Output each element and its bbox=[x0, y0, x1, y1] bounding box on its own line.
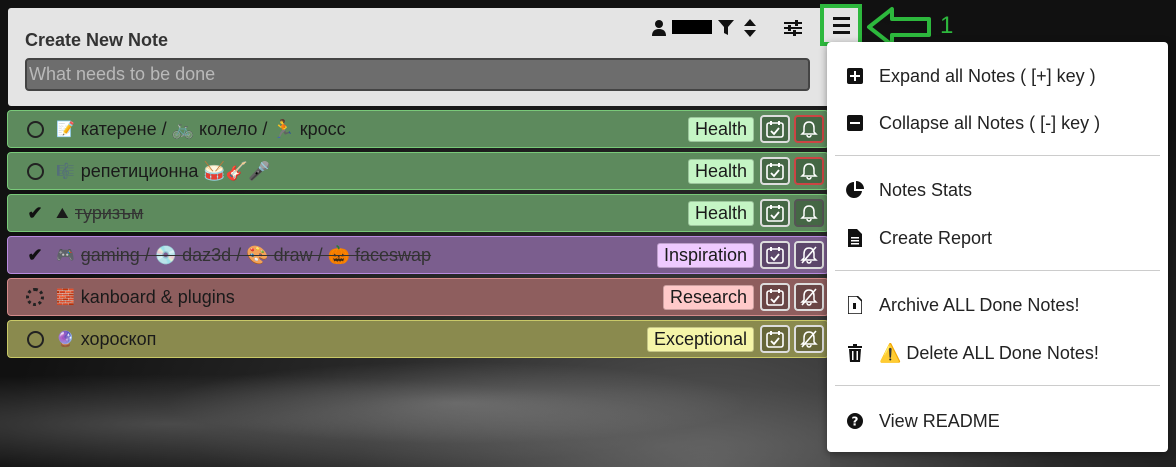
sort-icon[interactable] bbox=[744, 18, 756, 38]
bell-icon[interactable] bbox=[794, 157, 824, 185]
archive-file-icon bbox=[845, 296, 865, 314]
calendar-check-icon[interactable] bbox=[760, 115, 790, 143]
menu-report-label: Create Report bbox=[879, 227, 993, 248]
note-text[interactable]: хороскоп bbox=[81, 329, 647, 350]
circle-icon[interactable] bbox=[26, 162, 44, 180]
spinner-icon[interactable] bbox=[26, 288, 44, 306]
minus-square-icon bbox=[845, 115, 865, 131]
menu-expand-all[interactable]: Expand all Notes ( [+] key ) bbox=[827, 58, 1168, 94]
note-tag[interactable]: Health bbox=[687, 158, 754, 184]
circle-icon[interactable] bbox=[26, 330, 44, 348]
note-row[interactable]: ✔ ⛰ туризъм Health bbox=[7, 194, 829, 232]
note-row[interactable]: 🎼 репетиционна 🥁🎸🎤 Health bbox=[7, 152, 829, 190]
bell-slash-icon[interactable] bbox=[794, 283, 824, 311]
question-circle-icon: ? bbox=[845, 413, 865, 429]
settings-sliders-icon[interactable] bbox=[784, 18, 802, 38]
menu-divider bbox=[835, 155, 1160, 156]
menu-delete-done[interactable]: ⚠️ Delete ALL Done Notes! bbox=[827, 335, 1168, 371]
menu-stats-label: Notes Stats bbox=[879, 179, 973, 200]
note-tag[interactable]: Inspiration bbox=[656, 242, 754, 268]
note-tag[interactable]: Health bbox=[687, 116, 754, 142]
document-icon bbox=[845, 229, 865, 247]
note-text[interactable]: kanboard & plugins bbox=[81, 287, 663, 308]
menu-button[interactable] bbox=[820, 4, 862, 46]
note-row[interactable]: ✔ 🎮 gaming / 💿 daz3d / 🎨 draw / 🎃 faceswap… bbox=[7, 236, 829, 274]
checkmark-icon[interactable]: ✔ bbox=[26, 245, 44, 265]
note-emoji: 🔮 bbox=[56, 331, 75, 348]
bell-icon[interactable] bbox=[794, 199, 824, 227]
calendar-check-icon[interactable] bbox=[760, 199, 790, 227]
checkmark-icon[interactable]: ✔ bbox=[26, 203, 44, 223]
note-row[interactable]: 🔮 хороскоп Exceptional bbox=[7, 320, 829, 358]
menu-divider bbox=[835, 385, 1160, 386]
menu-notes-stats[interactable]: Notes Stats bbox=[827, 172, 1168, 208]
annotation-number: 1 bbox=[940, 12, 954, 39]
menu-collapse-label: Collapse all Notes ( [-] key ) bbox=[879, 112, 1101, 133]
note-emoji: 📝 bbox=[56, 121, 75, 138]
note-emoji: ⛰ bbox=[56, 204, 69, 222]
menu-archive-label: Archive ALL Done Notes! bbox=[879, 294, 1080, 315]
note-text[interactable]: катерене / 🚲 колело / 🏃 кросс bbox=[81, 119, 688, 140]
menu-view-readme[interactable]: ? View README bbox=[827, 403, 1168, 439]
menu-collapse-all[interactable]: Collapse all Notes ( [-] key ) bbox=[827, 105, 1168, 141]
bell-slash-icon[interactable] bbox=[794, 325, 824, 353]
calendar-check-icon[interactable] bbox=[760, 157, 790, 185]
hamburger-icon bbox=[832, 15, 850, 36]
menu-readme-label: View README bbox=[879, 410, 1000, 431]
menu-archive-done[interactable]: Archive ALL Done Notes! bbox=[827, 287, 1168, 323]
note-tag[interactable]: Health bbox=[687, 200, 754, 226]
pie-chart-icon bbox=[845, 181, 865, 199]
note-text[interactable]: gaming / 💿 daz3d / 🎨 draw / 🎃 faceswap bbox=[81, 245, 657, 266]
user-icon[interactable] bbox=[652, 18, 666, 38]
note-tag[interactable]: Exceptional bbox=[646, 326, 754, 352]
menu-create-report[interactable]: Create Report bbox=[827, 220, 1168, 256]
create-note-panel: Create New Note bbox=[8, 8, 830, 106]
actions-dropdown-menu: Expand all Notes ( [+] key ) Collapse al… bbox=[827, 42, 1168, 452]
calendar-check-icon[interactable] bbox=[760, 325, 790, 353]
background-image bbox=[0, 360, 830, 467]
menu-delete-label: ⚠️ Delete ALL Done Notes! bbox=[879, 342, 1099, 363]
user-filter-value[interactable] bbox=[672, 20, 712, 34]
bell-icon[interactable] bbox=[794, 115, 824, 143]
note-row[interactable]: 📝 катерене / 🚲 колело / 🏃 кросс Health bbox=[7, 110, 829, 148]
new-note-input[interactable] bbox=[25, 58, 810, 91]
note-emoji: 🧱 bbox=[56, 289, 75, 306]
circle-icon[interactable] bbox=[26, 120, 44, 138]
menu-divider bbox=[835, 270, 1160, 271]
note-text[interactable]: туризъм bbox=[75, 203, 688, 224]
calendar-check-icon[interactable] bbox=[760, 241, 790, 269]
page-title: Create New Note bbox=[25, 30, 169, 50]
note-text[interactable]: репетиционна 🥁🎸🎤 bbox=[81, 161, 688, 182]
trash-icon bbox=[845, 344, 865, 362]
bell-slash-icon[interactable] bbox=[794, 241, 824, 269]
svg-text:?: ? bbox=[852, 415, 859, 429]
menu-expand-label: Expand all Notes ( [+] key ) bbox=[879, 65, 1096, 86]
note-emoji: 🎼 bbox=[56, 163, 75, 180]
plus-square-icon bbox=[845, 68, 865, 84]
note-emoji: 🎮 bbox=[56, 247, 75, 264]
calendar-check-icon[interactable] bbox=[760, 283, 790, 311]
filter-icon[interactable] bbox=[718, 18, 734, 38]
note-tag[interactable]: Research bbox=[662, 284, 754, 310]
note-row[interactable]: 🧱 kanboard & plugins Research bbox=[7, 278, 829, 316]
